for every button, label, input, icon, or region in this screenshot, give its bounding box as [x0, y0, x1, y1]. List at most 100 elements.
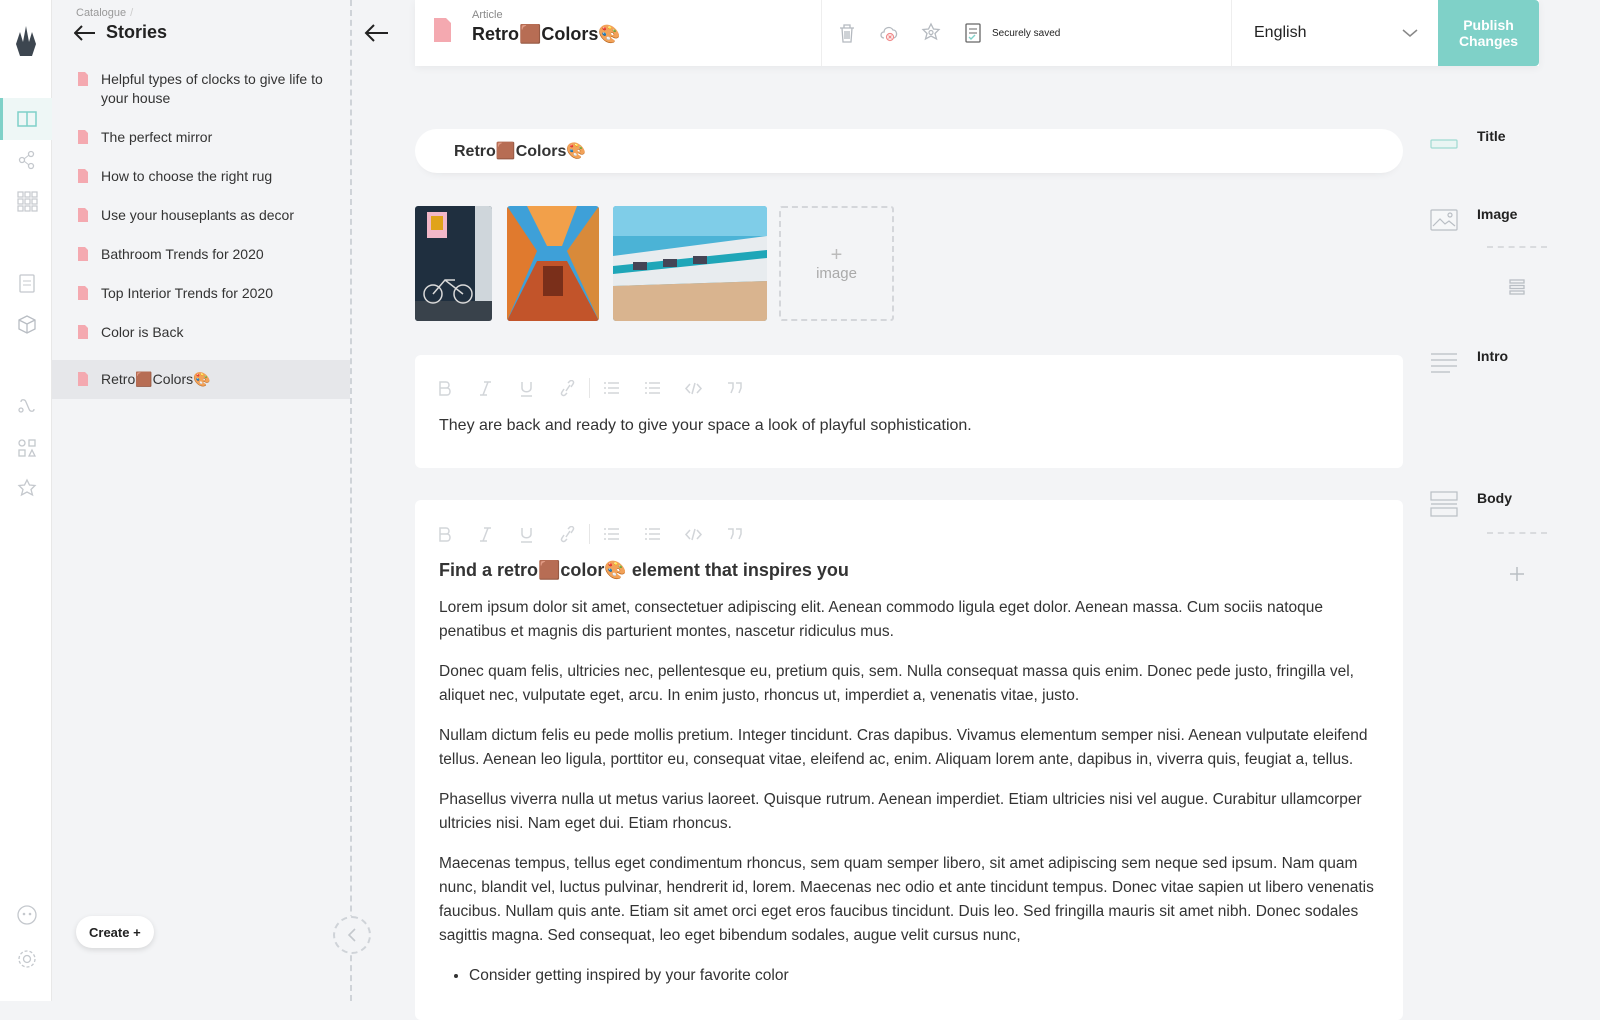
shapes-icon[interactable] [16, 437, 38, 459]
image-thumbnail-bicycle[interactable] [415, 206, 492, 321]
title-block-icon [1430, 139, 1458, 149]
add-image-label: image [816, 265, 857, 282]
underline-icon[interactable] [517, 380, 536, 397]
body-bullet-item[interactable]: Consider getting inspired by your favori… [469, 964, 1379, 988]
body-paragraph[interactable]: Maecenas tempus, tellus eget condimentum… [439, 852, 1379, 948]
logo-icon[interactable] [12, 24, 40, 58]
settings-gear-icon[interactable] [16, 948, 38, 970]
trash-icon[interactable] [836, 22, 858, 44]
body-format-toolbar [435, 524, 744, 544]
body-block-icon [1430, 491, 1458, 517]
language-value: English [1254, 24, 1307, 41]
clipboard-icon[interactable] [16, 272, 38, 294]
collapse-panel-button[interactable] [333, 916, 371, 954]
bicycle-photo [415, 206, 492, 321]
block-nav-body[interactable]: Body [1430, 490, 1512, 518]
body-paragraph[interactable]: Donec quam felis, ultricies nec, pellent… [439, 660, 1379, 708]
bullet-list-icon[interactable] [602, 380, 621, 397]
document-icon [78, 247, 88, 261]
body-heading[interactable]: Find a retro🟫color🎨 element that inspire… [439, 560, 849, 581]
box-icon[interactable] [16, 313, 38, 335]
block-nav-body-label: Body [1477, 490, 1512, 506]
block-divider [1487, 532, 1547, 534]
document-icon [78, 72, 88, 86]
content-icon[interactable] [16, 108, 38, 130]
title-field[interactable]: Retro🟫Colors🎨 [415, 129, 1403, 173]
breadcrumb-catalogue[interactable]: Catalogue [76, 7, 126, 19]
italic-icon[interactable] [476, 526, 495, 543]
toolbar-divider [589, 378, 590, 398]
intro-format-toolbar [435, 378, 744, 398]
story-item[interactable]: Bathroom Trends for 2020 [52, 243, 350, 282]
story-item[interactable]: The perfect mirror [52, 126, 350, 165]
settings-star-icon[interactable] [920, 22, 942, 44]
story-item-selected[interactable]: Retro🟫Colors🎨 [52, 360, 350, 399]
add-image-button[interactable]: + image [779, 206, 894, 321]
story-item[interactable]: Color is Back [52, 321, 350, 360]
numbered-list-icon[interactable] [643, 380, 662, 397]
block-nav-title[interactable]: Title [1430, 128, 1506, 156]
bullet-list-icon[interactable] [602, 526, 621, 543]
body-paragraph[interactable]: Phasellus viverra nulla ut metus varius … [439, 788, 1379, 836]
document-icon [78, 286, 88, 300]
numbered-list-icon[interactable] [643, 526, 662, 543]
body-paragraph[interactable]: Lorem ipsum dolor sit amet, consectetuer… [439, 596, 1379, 644]
story-item[interactable]: Top Interior Trends for 2020 [52, 282, 350, 321]
document-icon [78, 169, 88, 183]
breadcrumb[interactable]: Catalogue / [76, 7, 133, 19]
toolbar-divider [589, 524, 590, 544]
body-paragraph[interactable]: Nullam dictum felis eu pede mollis preti… [439, 724, 1379, 772]
title-input-value[interactable]: Retro🟫Colors🎨 [454, 141, 586, 161]
image-thumbnail-train[interactable] [613, 206, 767, 321]
quote-icon[interactable] [725, 526, 744, 543]
chevron-down-icon [1402, 29, 1418, 37]
image-thumbnail-buildings[interactable] [507, 206, 599, 321]
components-icon[interactable] [16, 149, 38, 171]
story-item-label: Color is Back [101, 324, 184, 340]
bold-icon[interactable] [435, 526, 454, 543]
header-tools: Securely saved [822, 0, 1232, 66]
quote-icon[interactable] [725, 380, 744, 397]
story-item[interactable]: Helpful types of clocks to give life to … [52, 68, 350, 126]
stories-panel: Catalogue / Stories Helpful types of cloc… [52, 0, 371, 1001]
link-icon[interactable] [558, 379, 577, 397]
editor-back-arrow-icon[interactable] [364, 22, 390, 44]
cloud-unpublish-icon[interactable] [878, 22, 900, 44]
webhook-icon[interactable] [16, 396, 38, 418]
star-settings-icon[interactable] [16, 478, 38, 500]
story-item-label: Retro🟫Colors🎨 [101, 371, 211, 387]
italic-icon[interactable] [476, 380, 495, 397]
create-button[interactable]: Create + [76, 916, 154, 948]
document-icon [78, 208, 88, 222]
intro-editor[interactable]: They are back and ready to give your spa… [415, 355, 1403, 468]
grid-icon[interactable] [16, 190, 38, 212]
code-icon[interactable] [684, 526, 703, 543]
document-icon [78, 325, 88, 339]
story-item[interactable]: Use your houseplants as decor [52, 204, 350, 243]
breadcrumb-separator: / [130, 7, 134, 19]
block-nav-image[interactable]: Image [1430, 206, 1517, 234]
content-type-label: Article [472, 9, 503, 21]
reorder-icon[interactable] [1508, 278, 1526, 296]
body-text[interactable]: Lorem ipsum dolor sit amet, consectetuer… [439, 596, 1379, 988]
underline-icon[interactable] [517, 526, 536, 543]
back-arrow-icon[interactable] [74, 24, 96, 41]
publish-changes-button[interactable]: Publish Changes [1438, 0, 1539, 66]
editor-header: Article Retro🟫Colors🎨 Securely saved Eng… [415, 0, 1539, 66]
link-icon[interactable] [558, 525, 577, 543]
intro-text[interactable]: They are back and ready to give your spa… [439, 417, 972, 435]
body-editor[interactable]: Find a retro🟫color🎨 element that inspire… [415, 500, 1403, 1020]
story-item-label: Bathroom Trends for 2020 [101, 246, 264, 262]
story-item-label: The perfect mirror [101, 129, 213, 145]
story-item-label: Top Interior Trends for 2020 [101, 285, 273, 301]
block-nav-intro[interactable]: Intro [1430, 348, 1508, 376]
buildings-photo [507, 206, 599, 321]
bold-icon[interactable] [435, 380, 454, 397]
panel-title: Stories [106, 22, 168, 42]
code-icon[interactable] [684, 380, 703, 397]
user-avatar-icon[interactable] [16, 904, 38, 926]
story-item[interactable]: How to choose the right rug [52, 165, 350, 204]
add-block-plus-icon[interactable] [1509, 566, 1525, 582]
block-nav-image-label: Image [1477, 206, 1518, 222]
language-select[interactable]: English [1232, 0, 1438, 66]
